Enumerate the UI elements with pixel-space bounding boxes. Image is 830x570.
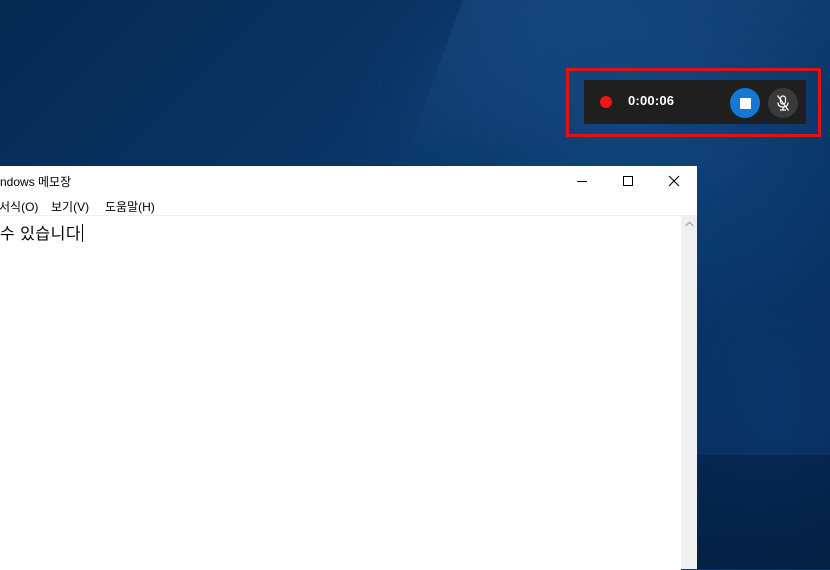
capture-status-widget: 0:00:06 bbox=[584, 80, 806, 124]
vertical-scrollbar[interactable] bbox=[681, 215, 697, 569]
stop-recording-button[interactable] bbox=[730, 88, 760, 118]
menu-bar: 서식(O) 보기(V) 도움말(H) bbox=[0, 196, 697, 215]
text-caret bbox=[82, 224, 84, 242]
microphone-toggle-button[interactable] bbox=[768, 88, 798, 118]
menu-help[interactable]: 도움말(H) bbox=[105, 198, 155, 215]
chevron-up-icon bbox=[684, 220, 694, 226]
menu-view[interactable]: 보기(V) bbox=[51, 198, 89, 215]
title-bar[interactable]: ndows 메모장 bbox=[0, 166, 697, 196]
menu-format[interactable]: 서식(O) bbox=[0, 198, 38, 215]
desktop-wallpaper-shade bbox=[697, 455, 830, 569]
maximize-icon bbox=[623, 176, 633, 186]
stop-icon bbox=[739, 97, 751, 109]
close-button[interactable] bbox=[651, 166, 697, 196]
minimize-button[interactable] bbox=[559, 166, 605, 196]
window-title: ndows 메모장 bbox=[0, 175, 72, 189]
maximize-button[interactable] bbox=[605, 166, 651, 196]
recording-timer: 0:00:06 bbox=[628, 93, 675, 108]
notepad-window: ndows 메모장 서식(O) 보기(V) 도움말(H) 수 있습니다 bbox=[0, 166, 697, 570]
microphone-muted-icon bbox=[777, 95, 789, 111]
editor-text: 수 있습니다 bbox=[0, 226, 82, 243]
minimize-icon bbox=[577, 181, 587, 182]
text-editor[interactable]: 수 있습니다 bbox=[0, 215, 681, 570]
editor-content: 수 있습니다 bbox=[0, 220, 84, 244]
recording-indicator-icon bbox=[600, 96, 612, 108]
close-icon bbox=[668, 175, 680, 187]
scroll-up-button[interactable] bbox=[681, 215, 697, 232]
